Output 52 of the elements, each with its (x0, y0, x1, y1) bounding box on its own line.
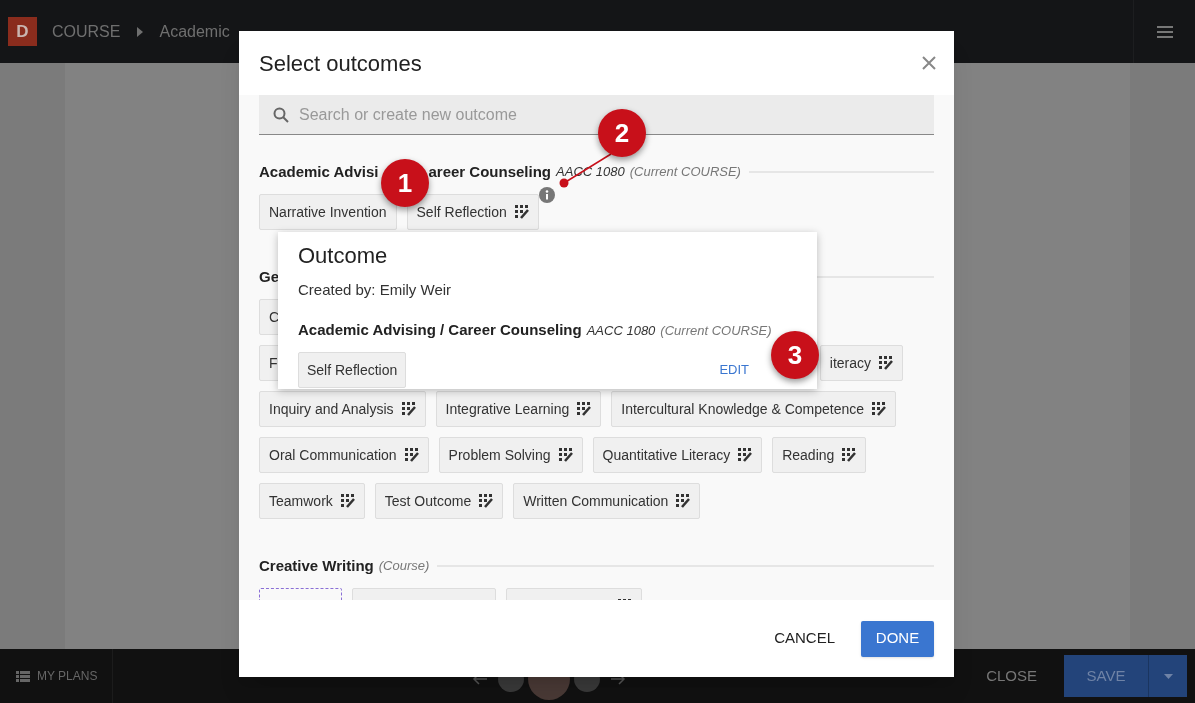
info-icon[interactable] (539, 187, 555, 203)
course-note: (Course) (378, 557, 430, 576)
close-icon[interactable] (922, 56, 936, 70)
grid-pencil-icon (738, 448, 753, 462)
dialog-title: Select outcomes (259, 49, 422, 78)
outcome-chip[interactable]: Narrative Invention (259, 194, 397, 230)
section-title: areer Counseling (428, 161, 552, 182)
outcome-chip[interactable]: Problem Solving (438, 437, 583, 473)
popover-title: Outcome (298, 242, 389, 270)
section-title: Academic Advisi (259, 161, 379, 182)
course-name: Academic Advising / Career Counseling (298, 319, 582, 340)
caret-icon (137, 26, 144, 37)
logo[interactable]: D (8, 17, 37, 46)
search-icon (273, 106, 289, 123)
created-by-text: Created by: Emily Weir (298, 280, 453, 300)
course-note: (Current COURSE) (629, 163, 741, 182)
course-code: AACC 1080 (586, 321, 656, 340)
outcome-chip[interactable]: Inquiry and Analysis (259, 391, 426, 427)
caret-icon (1163, 673, 1173, 679)
outcome-chip[interactable]: Teamwork (259, 483, 365, 519)
breadcrumb-current: Academic (159, 21, 230, 42)
section-title: Ge (259, 266, 279, 287)
section-title: Creative Writing (259, 555, 374, 576)
edit-link[interactable]: EDIT (719, 360, 749, 380)
grid-pencil-icon (340, 494, 355, 508)
grid-pencil-icon (558, 448, 573, 462)
grid-pencil-icon (879, 356, 893, 370)
grid-pencil-icon (401, 402, 416, 416)
menu-icon[interactable] (1156, 25, 1173, 38)
course-note: (Current COURSE) (660, 321, 772, 340)
outcome-chip[interactable]: iteracy (819, 345, 903, 381)
grid-pencil-icon (842, 448, 857, 462)
cancel-button[interactable]: CANCEL (766, 620, 843, 657)
grid-pencil-icon (479, 494, 494, 508)
outcome-chip[interactable]: Self Reflection (406, 194, 539, 230)
list-icon (16, 670, 30, 682)
outcome-chip[interactable]: Integrative Learning (435, 391, 602, 427)
close-button[interactable]: CLOSE (986, 664, 1037, 688)
grid-pencil-icon (404, 448, 419, 462)
grid-pencil-icon (514, 205, 529, 219)
done-button[interactable]: DONE (861, 620, 934, 657)
outcome-chip[interactable]: Test Outcome (374, 483, 504, 519)
grid-pencil-icon (676, 494, 691, 508)
outcome-chip[interactable]: Oral Communication (259, 437, 429, 473)
outcome-chip[interactable]: Reading (772, 437, 867, 473)
outcome-chip[interactable]: Quantitative Literacy (592, 437, 763, 473)
outcome-chip[interactable]: Written Communication (513, 483, 701, 519)
grid-pencil-icon (872, 402, 887, 416)
outcome-chip[interactable]: Intercultural Knowledge & Competence (611, 391, 897, 427)
breadcrumb-link[interactable]: COURSE (52, 19, 121, 44)
outcome-chip[interactable]: Self Reflection (298, 352, 407, 388)
grid-pencil-icon (577, 402, 592, 416)
